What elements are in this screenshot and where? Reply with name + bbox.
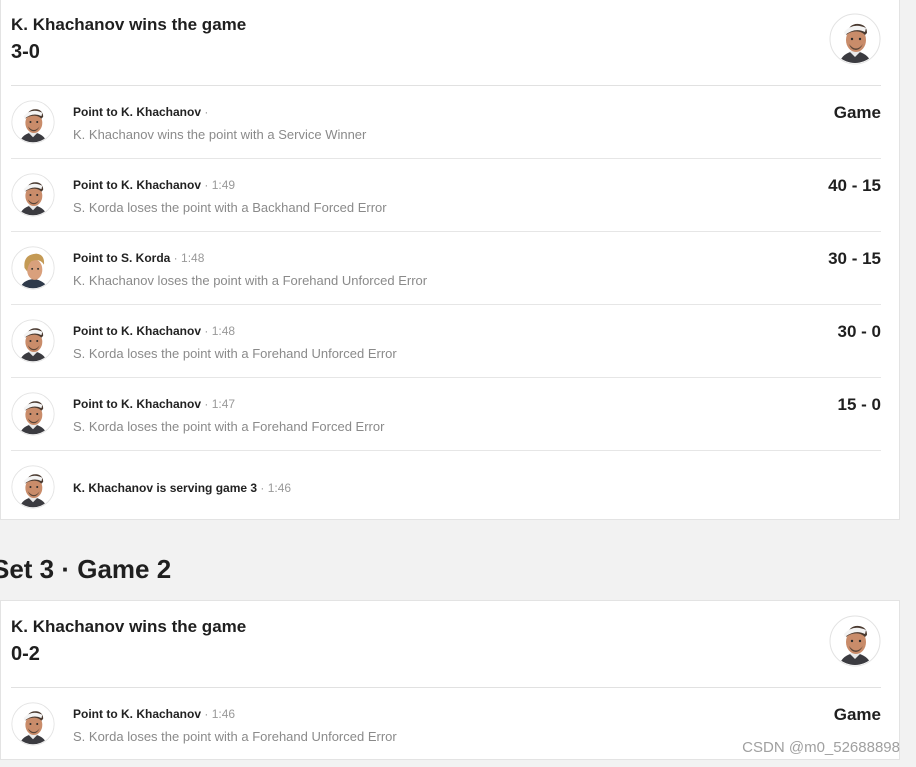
watermark-text: CSDN @m0_52688898 bbox=[742, 739, 900, 756]
point-description: S. Korda loses the point with a Forehand… bbox=[73, 729, 397, 744]
player-avatar-icon bbox=[11, 173, 55, 217]
point-winner: Point to S. Korda bbox=[73, 251, 171, 265]
player-avatar-icon bbox=[11, 392, 55, 436]
point-score: Game bbox=[833, 103, 881, 122]
game-card-set3-game2: K. Khachanov wins the game 0-2 Point to … bbox=[0, 600, 900, 760]
point-winner-line: Point to S. Korda · 1:48 bbox=[73, 251, 204, 265]
point-winner: Point to K. Khachanov bbox=[73, 707, 202, 721]
point-score: 15 - 0 bbox=[837, 395, 881, 414]
point-row: Point to K. Khachanov · 1:47 S. Korda lo… bbox=[11, 378, 881, 451]
player-avatar-icon bbox=[11, 246, 55, 290]
time-separator: · bbox=[201, 105, 209, 119]
point-winner-line: Point to K. Khachanov · bbox=[73, 105, 208, 119]
set-game-heading: Set 3 · Game 2 bbox=[0, 554, 172, 584]
point-score: 30 - 0 bbox=[837, 322, 881, 341]
point-winner: Point to K. Khachanov bbox=[73, 105, 202, 119]
serving-row: K. Khachanov is serving game 3 · 1:46 bbox=[11, 451, 881, 523]
player-avatar-icon bbox=[11, 465, 55, 509]
point-description: S. Korda loses the point with a Forehand… bbox=[73, 346, 397, 361]
point-time: 1:48 bbox=[181, 251, 205, 265]
point-winner-line: Point to K. Khachanov · 1:47 bbox=[73, 397, 235, 411]
point-row: Point to K. Khachanov · 1:49 S. Korda lo… bbox=[11, 159, 881, 232]
time-separator: · bbox=[170, 251, 182, 265]
point-winner: Point to K. Khachanov bbox=[73, 397, 202, 411]
serving-player: K. Khachanov is serving game 3 bbox=[73, 481, 258, 495]
point-time: 1:49 bbox=[211, 178, 236, 192]
point-row: Point to S. Korda · 1:48 K. Khachanov lo… bbox=[11, 232, 881, 305]
game-card-header: K. Khachanov wins the game 3-0 bbox=[11, 0, 881, 86]
player-avatar-icon bbox=[11, 100, 55, 144]
player-avatar-icon bbox=[11, 319, 55, 363]
point-description: S. Korda loses the point with a Backhand… bbox=[73, 200, 387, 215]
point-description: K. Khachanov loses the point with a Fore… bbox=[73, 273, 428, 288]
point-row: Point to K. Khachanov · K. Khachanov win… bbox=[11, 86, 881, 159]
time-separator: · bbox=[257, 481, 268, 495]
point-winner-line: Point to K. Khachanov · 1:46 bbox=[73, 707, 235, 721]
player-avatar-icon bbox=[829, 615, 881, 667]
game-score: 3-0 bbox=[11, 41, 40, 63]
point-winner-line: Point to K. Khachanov · 1:48 bbox=[73, 324, 235, 338]
point-score: 40 - 15 bbox=[828, 176, 881, 195]
point-time: 1:48 bbox=[211, 324, 236, 338]
point-winner: Point to K. Khachanov bbox=[73, 178, 202, 192]
game-result-title: K. Khachanov wins the game bbox=[11, 15, 247, 34]
point-winner: Point to K. Khachanov bbox=[73, 324, 202, 338]
point-description: S. Korda loses the point with a Forehand… bbox=[73, 419, 385, 434]
player-avatar-icon bbox=[829, 13, 881, 65]
serving-line: K. Khachanov is serving game 3 · 1:46 bbox=[73, 481, 291, 495]
time-separator: · bbox=[201, 397, 212, 411]
point-winner-line: Point to K. Khachanov · 1:49 bbox=[73, 178, 235, 192]
serving-time: 1:46 bbox=[267, 481, 292, 495]
point-time: 1:46 bbox=[211, 707, 236, 721]
time-separator: · bbox=[201, 707, 212, 721]
point-score: Game bbox=[833, 705, 881, 724]
point-score: 30 - 15 bbox=[828, 249, 881, 268]
point-row: Point to K. Khachanov · 1:48 S. Korda lo… bbox=[11, 305, 881, 378]
time-separator: · bbox=[201, 324, 212, 338]
point-time: 1:47 bbox=[211, 397, 236, 411]
page: K. Khachanov wins the game 3-0 Point to … bbox=[0, 0, 916, 767]
game-score: 0-2 bbox=[11, 643, 40, 665]
time-separator: · bbox=[201, 178, 212, 192]
game-card-header: K. Khachanov wins the game 0-2 bbox=[11, 601, 881, 688]
game-card-set3-game3: K. Khachanov wins the game 3-0 Point to … bbox=[0, 0, 900, 520]
game-result-title: K. Khachanov wins the game bbox=[11, 617, 247, 636]
point-description: K. Khachanov wins the point with a Servi… bbox=[73, 127, 367, 142]
player-avatar-icon bbox=[11, 702, 55, 746]
